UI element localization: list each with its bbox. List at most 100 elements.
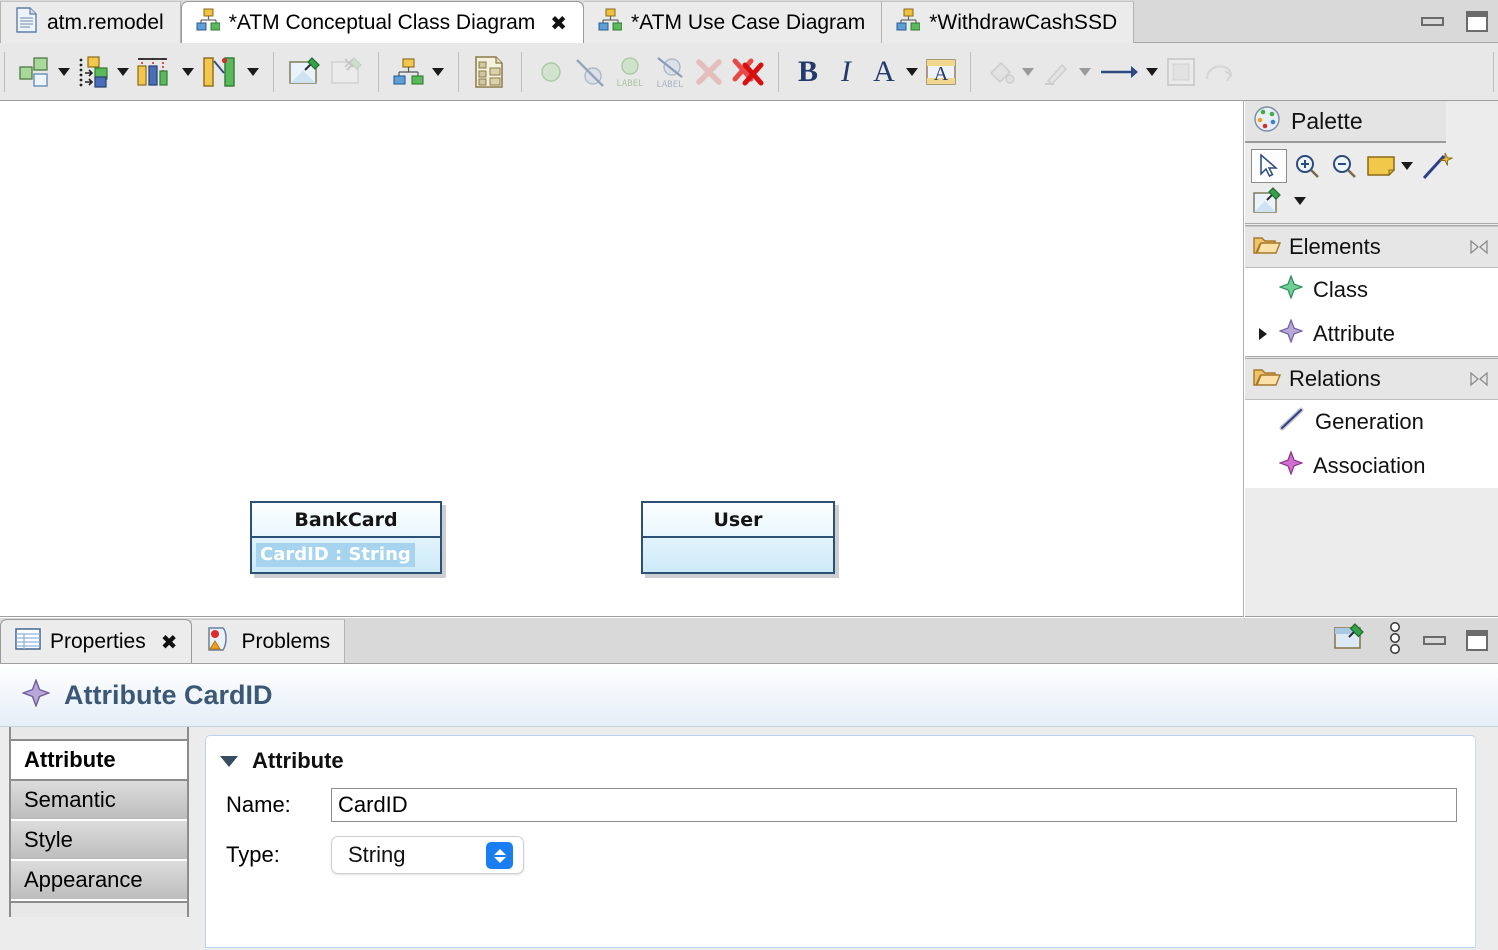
chevron-down-icon[interactable]: [432, 68, 444, 76]
select-tool-icon[interactable]: [1251, 149, 1287, 183]
chevron-down-icon: [1022, 68, 1034, 76]
diagram-canvas[interactable]: BankCard CardID : String User: [0, 101, 1244, 617]
pin-diagram-icon[interactable]: [284, 51, 326, 93]
palette-drawer-elements[interactable]: Elements: [1245, 226, 1498, 268]
chevron-down-icon: [1079, 68, 1091, 76]
chevron-down-icon[interactable]: [1401, 162, 1413, 170]
side-tab-style[interactable]: Style: [11, 821, 187, 861]
chevron-down-icon[interactable]: [1146, 68, 1158, 76]
distribute-icon[interactable]: [133, 51, 179, 93]
palette-panel: Palette: [1245, 101, 1498, 617]
palette-drawer-relations[interactable]: Relations: [1245, 356, 1498, 400]
properties-title-bar: Attribute CardID: [0, 664, 1498, 727]
side-tab-semantic[interactable]: Semantic: [11, 781, 187, 821]
palette-entry-attribute[interactable]: Attribute: [1245, 312, 1498, 356]
hide-label-icon: LABEL: [650, 51, 690, 93]
group-title: Attribute: [252, 748, 344, 774]
node-body: User: [641, 501, 835, 574]
view-tab-problems[interactable]: Problems: [192, 619, 345, 663]
editor-tabs: atm.remodel *ATM Conceptual Class Diagra…: [0, 0, 1134, 43]
note-attachment-tool-icon[interactable]: [1420, 150, 1454, 182]
palette-tool-row: [1245, 143, 1498, 226]
close-icon[interactable]: ✖: [550, 13, 567, 33]
editor-tab-atm-use-case-diagram[interactable]: *ATM Use Case Diagram: [584, 1, 882, 43]
chevron-down-icon[interactable]: [1294, 197, 1306, 205]
minimize-icon[interactable]: [1421, 17, 1444, 26]
chevron-right-icon[interactable]: [1259, 328, 1267, 340]
chevron-down-icon[interactable]: [117, 68, 129, 76]
type-select[interactable]: String: [331, 836, 524, 874]
select-hierarchy-icon[interactable]: [389, 51, 429, 93]
view-tab-properties[interactable]: Properties ✖: [0, 619, 192, 663]
view-menu-icon[interactable]: [1387, 620, 1403, 661]
minimize-view-icon[interactable]: [1423, 636, 1446, 645]
class-node-bankcard[interactable]: BankCard CardID : String: [250, 501, 442, 574]
palette-entry-label: Class: [1313, 277, 1368, 303]
chevron-down-icon[interactable]: [247, 68, 259, 76]
zoom-in-tool-icon[interactable]: [1290, 150, 1324, 182]
show-related-icon[interactable]: [469, 51, 511, 93]
editor-tab-label: *ATM Use Case Diagram: [631, 12, 865, 33]
font-icon[interactable]: A: [922, 51, 960, 93]
show-element-icon: [532, 51, 570, 93]
toolbar-divider: [273, 52, 274, 92]
toolbar-group-pin: [278, 43, 374, 101]
class-name-label: BankCard: [252, 503, 440, 538]
palette-drawer-label: Relations: [1289, 366, 1381, 392]
note-tool-icon[interactable]: [1364, 150, 1398, 182]
class-node-user[interactable]: User: [641, 501, 835, 574]
problems-icon: [206, 626, 232, 658]
line-style-icon[interactable]: [1095, 51, 1143, 93]
pin-view-icon[interactable]: [1333, 623, 1367, 658]
attribute-group-header[interactable]: Attribute: [206, 736, 1475, 774]
chevron-down-icon[interactable]: [58, 68, 70, 76]
side-tab-appearance[interactable]: Appearance: [11, 861, 187, 901]
delete-element-icon[interactable]: [728, 51, 768, 93]
arrange-all-icon[interactable]: [15, 51, 55, 93]
pin-drawer-icon[interactable]: [1469, 370, 1489, 393]
node-body: BankCard CardID : String: [250, 501, 442, 574]
toolbar-group-visibility: LABEL LABEL: [526, 43, 774, 101]
router-icon: [1200, 51, 1240, 93]
palette-entry-class[interactable]: Class: [1245, 268, 1498, 312]
editor-tab-bar: atm.remodel *ATM Conceptual Class Diagra…: [0, 0, 1498, 43]
attributes-compartment: CardID : String: [252, 538, 440, 572]
toolbar-group-style: [975, 43, 1246, 101]
window-controls: [1421, 0, 1488, 43]
font-color-icon[interactable]: A: [865, 51, 903, 93]
attribute-label-cardid[interactable]: CardID : String: [256, 543, 415, 567]
chevron-down-icon[interactable]: [220, 756, 238, 767]
pin-tool-icon[interactable]: [1251, 185, 1285, 217]
svg-text:A: A: [934, 63, 949, 85]
side-tab-attribute[interactable]: Attribute: [11, 741, 187, 781]
line-color-icon: [1038, 51, 1076, 93]
italic-icon[interactable]: I: [827, 51, 865, 93]
pin-drawer-icon[interactable]: [1469, 238, 1489, 261]
close-icon[interactable]: ✖: [161, 632, 178, 652]
stepper-icon[interactable]: [486, 842, 513, 869]
name-input[interactable]: [331, 788, 1457, 822]
chevron-down-icon: [494, 857, 506, 863]
auto-size-icon[interactable]: [198, 51, 244, 93]
palette-entry-generation[interactable]: Generation: [1245, 400, 1498, 444]
view-toolbar: [1333, 618, 1488, 663]
palette-tools-row-2: [1251, 185, 1494, 217]
align-icon[interactable]: [74, 51, 114, 93]
toolbar-group-arrange: [9, 43, 269, 101]
palette-entry-association[interactable]: Association: [1245, 444, 1498, 488]
editor-tab-withdrawcashssd[interactable]: *WithdrawCashSSD: [882, 1, 1134, 43]
delete-view-icon: [690, 51, 728, 93]
chevron-down-icon[interactable]: [182, 68, 194, 76]
view-tab-label: Problems: [241, 630, 330, 654]
editor-tab-atm-remodel[interactable]: atm.remodel: [0, 1, 181, 43]
chevron-down-icon[interactable]: [906, 68, 918, 76]
editor-tab-atm-conceptual-class-diagram[interactable]: *ATM Conceptual Class Diagram ✖: [181, 1, 584, 43]
bold-icon[interactable]: B: [789, 51, 827, 93]
show-label-icon: LABEL: [610, 51, 650, 93]
maximize-icon[interactable]: [1466, 11, 1488, 32]
zoom-out-tool-icon[interactable]: [1327, 150, 1361, 182]
diagram-toolbar: LABEL LABEL: [0, 43, 1498, 101]
unpin-diagram-icon: [326, 51, 368, 93]
diagram-icon: [598, 8, 622, 38]
maximize-view-icon[interactable]: [1466, 630, 1488, 651]
